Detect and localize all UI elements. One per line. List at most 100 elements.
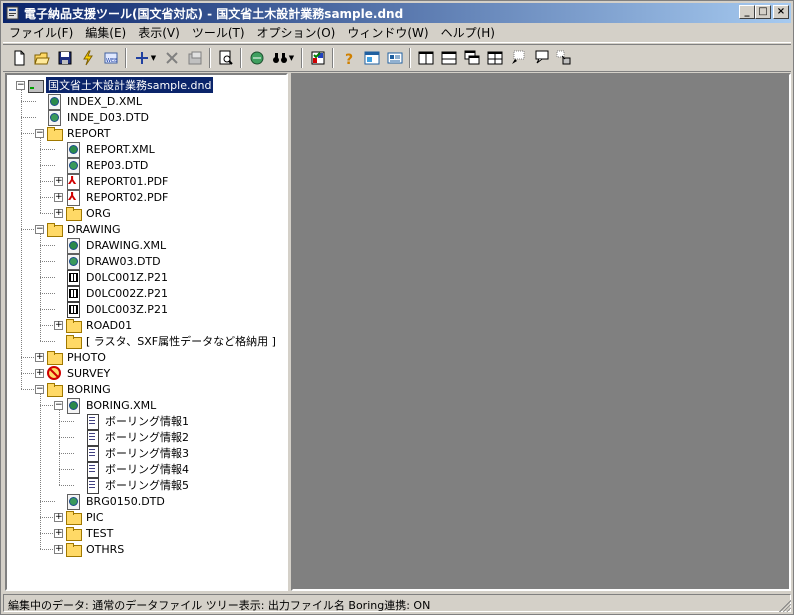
check-button[interactable] xyxy=(306,47,329,69)
expand-icon[interactable]: + xyxy=(54,177,63,186)
menu-edit[interactable]: 編集(E) xyxy=(79,24,132,41)
tree-item-label[interactable]: [ ラスタ、SXF属性データなど格納用 ] xyxy=(84,333,278,349)
tile-button[interactable] xyxy=(483,47,506,69)
collapse-icon[interactable]: − xyxy=(35,385,44,394)
tree-item-label[interactable]: D0LC001Z.P21 xyxy=(84,271,170,284)
tree-item-label[interactable]: BRG0150.DTD xyxy=(84,495,167,508)
tree-item[interactable]: PHOTO xyxy=(46,349,108,365)
expand-icon[interactable]: + xyxy=(54,545,63,554)
menu-help[interactable]: ヘルプ(H) xyxy=(435,24,501,41)
tree-item-label[interactable]: ROAD01 xyxy=(84,319,134,332)
layout-split-horizontal-button[interactable] xyxy=(437,47,460,69)
tree-item[interactable]: REP03.DTD xyxy=(65,157,150,174)
convert-button[interactable] xyxy=(245,47,268,69)
close-button[interactable]: × xyxy=(773,5,789,19)
tree-item-label[interactable]: SURVEY xyxy=(65,367,112,380)
tree-item[interactable]: OTHRS xyxy=(65,541,126,557)
window-select-button[interactable] xyxy=(506,47,529,69)
menu-file[interactable]: ファイル(F) xyxy=(3,24,79,41)
add-button[interactable]: ▼ xyxy=(130,47,160,69)
expand-icon[interactable]: + xyxy=(54,321,63,330)
tree-item[interactable]: DRAWING.XML xyxy=(65,237,168,254)
tree-item-label[interactable]: DRAWING xyxy=(65,223,122,236)
tree-item-label[interactable]: BORING xyxy=(65,383,113,396)
properties-button[interactable] xyxy=(183,47,206,69)
tree-item[interactable]: PIC xyxy=(65,509,106,525)
tree-item[interactable]: ボーリング情報4 xyxy=(84,461,191,478)
tree-item[interactable]: REPORT01.PDF xyxy=(65,173,170,190)
tree-item[interactable]: D0LC002Z.P21 xyxy=(65,285,170,302)
tree-item[interactable]: ORG xyxy=(65,205,113,221)
tree-item[interactable]: ROAD01 xyxy=(65,317,134,333)
collapse-icon[interactable]: − xyxy=(35,225,44,234)
arrange-button[interactable] xyxy=(552,47,575,69)
expand-icon[interactable]: + xyxy=(54,513,63,522)
dropdown-arrow-icon[interactable]: ▼ xyxy=(151,54,156,62)
new-file-button[interactable] xyxy=(7,47,30,69)
web-button[interactable]: WEB xyxy=(99,47,122,69)
tree-item-label[interactable]: TEST xyxy=(84,527,115,540)
cascade-button[interactable] xyxy=(460,47,483,69)
help-button[interactable]: ? xyxy=(337,47,360,69)
tree-item-label[interactable]: INDEX_D.XML xyxy=(65,95,144,108)
tree-item[interactable]: D0LC003Z.P21 xyxy=(65,301,170,318)
tree-item-label[interactable]: ボーリング情報5 xyxy=(103,477,191,493)
preview-button[interactable] xyxy=(214,47,237,69)
tree-item[interactable]: ボーリング情報1 xyxy=(84,413,191,430)
tree-item[interactable]: [ ラスタ、SXF属性データなど格納用 ] xyxy=(65,333,278,349)
tree-item[interactable]: D0LC001Z.P21 xyxy=(65,269,170,286)
tree-item-label[interactable]: BORING.XML xyxy=(84,399,158,412)
dropdown-arrow-icon[interactable]: ▼ xyxy=(289,54,294,62)
collapse-icon[interactable]: − xyxy=(16,81,25,90)
tree-item-label[interactable]: DRAWING.XML xyxy=(84,239,168,252)
tree-item-label[interactable]: OTHRS xyxy=(84,543,126,556)
tree-item[interactable]: 国文省土木設計業務sample.dnd xyxy=(27,76,215,94)
menu-options[interactable]: オプション(O) xyxy=(251,24,342,41)
tree-item[interactable]: TEST xyxy=(65,525,115,541)
tree-item-label[interactable]: REPORT xyxy=(65,127,112,140)
tree-item-label[interactable]: ボーリング情報1 xyxy=(103,413,191,429)
minimize-button[interactable]: _ xyxy=(739,5,755,19)
expand-icon[interactable]: + xyxy=(54,529,63,538)
delete-button[interactable] xyxy=(160,47,183,69)
tree-item[interactable]: REPORT xyxy=(46,125,112,141)
expand-icon[interactable]: + xyxy=(54,193,63,202)
binoculars-button[interactable]: ▼ xyxy=(268,47,298,69)
tree-item[interactable]: REPORT.XML xyxy=(65,141,157,158)
tree-item-label[interactable]: DRAW03.DTD xyxy=(84,255,163,268)
menu-window[interactable]: ウィンドウ(W) xyxy=(341,24,434,41)
tree-item-label[interactable]: REPORT01.PDF xyxy=(84,175,170,188)
card-button[interactable] xyxy=(383,47,406,69)
menu-tools[interactable]: ツール(T) xyxy=(186,24,251,41)
expand-icon[interactable]: + xyxy=(54,209,63,218)
tree-item[interactable]: BORING.XML xyxy=(65,397,158,414)
layout-split-vertical-button[interactable] xyxy=(414,47,437,69)
collapse-icon[interactable]: − xyxy=(54,401,63,410)
tree-item-label[interactable]: ORG xyxy=(84,207,113,220)
menu-view[interactable]: 表示(V) xyxy=(132,24,186,41)
tree-item-label[interactable]: REP03.DTD xyxy=(84,159,150,172)
save-button[interactable] xyxy=(53,47,76,69)
tree-item-label[interactable]: 国文省土木設計業務sample.dnd xyxy=(44,76,215,94)
open-folder-button[interactable] xyxy=(30,47,53,69)
tree-item[interactable]: BRG0150.DTD xyxy=(65,493,167,510)
tree-item-label[interactable]: PHOTO xyxy=(65,351,108,364)
panel-button[interactable] xyxy=(360,47,383,69)
tree-item-label[interactable]: REPORT02.PDF xyxy=(84,191,170,204)
tree-item[interactable]: ボーリング情報5 xyxy=(84,477,191,494)
tree-item-label[interactable]: ボーリング情報4 xyxy=(103,461,191,477)
tree-item-label[interactable]: REPORT.XML xyxy=(84,143,157,156)
tree-item-label[interactable]: INDE_D03.DTD xyxy=(65,111,151,124)
tree-item[interactable]: DRAWING xyxy=(46,221,122,237)
tree-item[interactable]: SURVEY xyxy=(46,365,112,381)
tree-item-label[interactable]: ボーリング情報2 xyxy=(103,429,191,445)
tree-item-label[interactable]: PIC xyxy=(84,511,106,524)
balloon-button[interactable] xyxy=(529,47,552,69)
tree-item[interactable]: DRAW03.DTD xyxy=(65,253,163,270)
tree-item[interactable]: ボーリング情報2 xyxy=(84,429,191,446)
resize-grip[interactable] xyxy=(779,600,791,612)
tree-item-label[interactable]: ボーリング情報3 xyxy=(103,445,191,461)
title-bar[interactable]: 電子納品支援ツール(国文省対応) - 国文省土木設計業務sample.dnd _… xyxy=(3,3,791,23)
expand-icon[interactable]: + xyxy=(35,369,44,378)
tree-item[interactable]: BORING xyxy=(46,381,113,397)
